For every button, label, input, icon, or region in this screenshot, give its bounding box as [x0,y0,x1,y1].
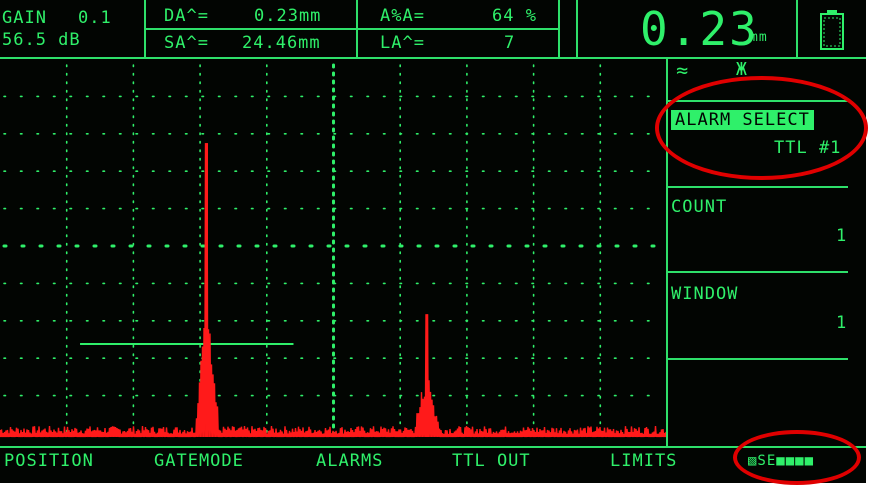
menu-separator [668,186,848,188]
gain-step: 0.1 [78,8,112,28]
main-reading-panel: 0.23 mm [576,0,798,57]
gain-panel[interactable]: GAIN 0.1 56.5 dB [0,0,146,57]
header-divider [146,28,560,30]
menu-position[interactable]: POSITION [4,451,94,471]
menu-alarms[interactable]: ALARMS [316,451,383,471]
flaw-detector-display: GAIN 0.1 56.5 dB DA^= 0.23mm SA^= 24.46m… [0,0,866,483]
da-label: DA^= [164,6,209,26]
screen: GAIN 0.1 56.5 dB DA^= 0.23mm SA^= 24.46m… [0,0,879,495]
status-indicator: ▧SE■■■■ [748,453,815,469]
sa-value: 24.46mm [242,33,321,53]
menu-separator [668,100,848,102]
menu-limits[interactable]: LIMITS [610,451,677,471]
alarm-select-value: TTL #1 [774,138,842,158]
freeze-icon: Ж [736,59,748,80]
battery-icon [820,10,844,50]
menu-gatemode[interactable]: GATEMODE [154,451,244,471]
window-label: WINDOW [671,284,739,304]
window-value: 1 [836,313,848,333]
menu-ttl-out[interactable]: TTL OUT [452,451,531,471]
la-label: LA^= [380,33,425,53]
a-scan-plot [0,63,667,439]
main-reading-value: 0.23 [640,2,759,56]
gain-label: GAIN [2,8,47,28]
menu-separator [668,358,848,360]
menu-divider [666,57,668,448]
battery-panel [798,0,866,57]
da-value: 0.23mm [254,6,322,26]
bottom-menu: POSITION GATEMODE ALARMS TTL OUT LIMITS … [0,448,866,478]
la-value: 7 [504,33,516,53]
aa-label: A%A= [380,6,425,26]
menu-separator [668,271,848,273]
main-reading-unit: mm [750,30,768,45]
alarm-select-label: ALARM SELECT [671,110,814,130]
gain-value: 56.5 dB [2,30,81,50]
aa-value: 64 % [492,6,537,26]
count-label: COUNT [671,197,728,217]
sa-label: SA^= [164,33,209,53]
count-value: 1 [836,226,848,246]
rf-mode-icon: ≈ [676,58,690,82]
